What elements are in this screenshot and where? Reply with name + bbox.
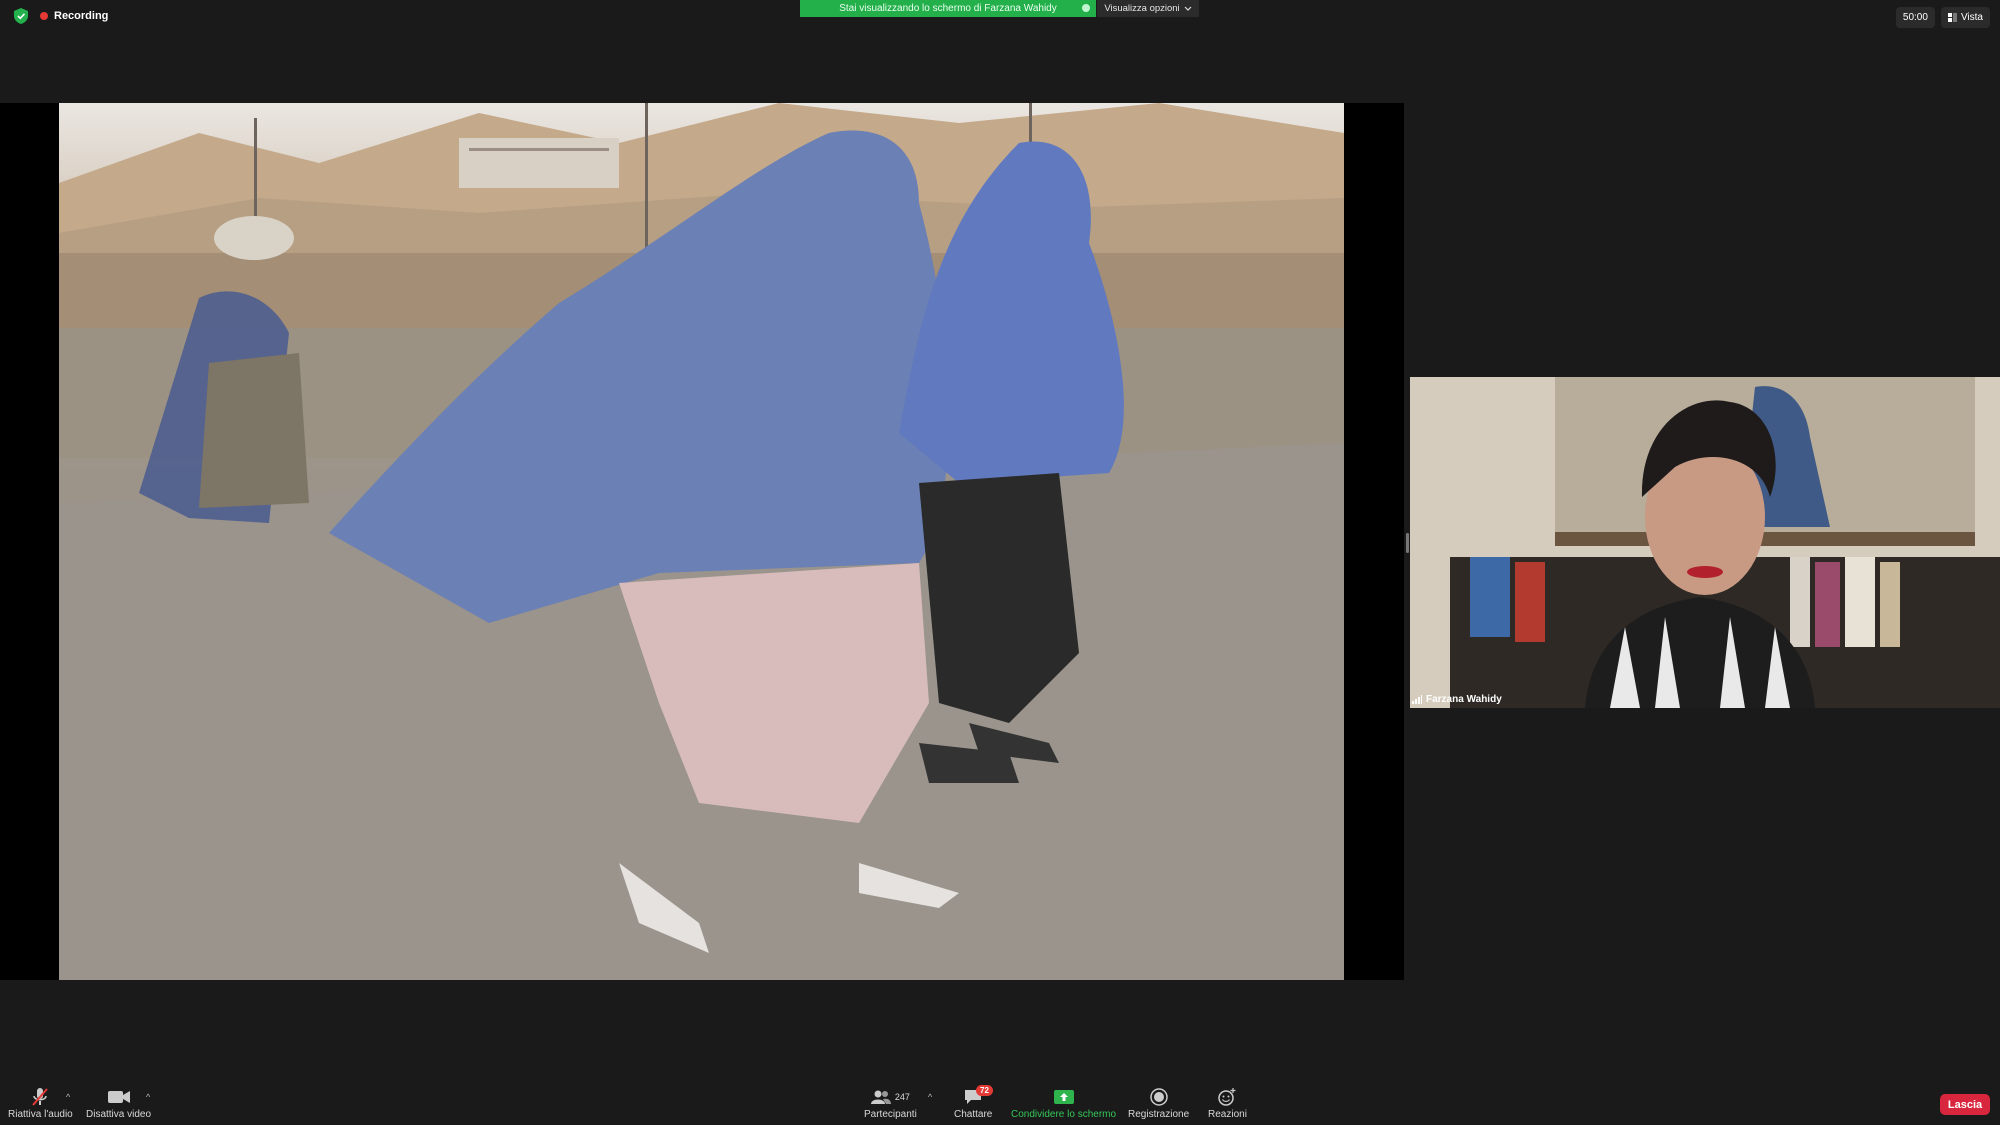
shared-photo [59,103,1344,980]
camera-icon [107,1087,130,1107]
reactions-icon [1218,1087,1236,1107]
unmute-button[interactable]: Riattiva l'audio [8,1087,73,1120]
recording-label: Recording [54,10,109,22]
meeting-toolbar: Riattiva l'audio ^ Disattiva video ^ 247… [0,1083,2000,1125]
record-icon [1149,1087,1168,1107]
participants-options-caret[interactable]: ^ [928,1092,932,1102]
signal-icon [1412,695,1422,704]
screen-share-banner: Stai visualizzando lo schermo di Farzana… [800,0,1096,17]
share-screen-icon [1053,1087,1074,1107]
shield-icon[interactable] [14,8,28,24]
chat-label: Chattare [954,1109,993,1120]
participants-button[interactable]: 247 Partecipanti [864,1087,917,1120]
mic-off-icon [31,1087,49,1107]
record-label: Registrazione [1128,1109,1190,1120]
participant-name-label: Farzana Wahidy [1412,694,1502,705]
participants-label: Partecipanti [864,1109,917,1120]
grid-icon [1947,13,1957,22]
participant-name: Farzana Wahidy [1426,694,1502,705]
reactions-button[interactable]: Reazioni [1208,1087,1247,1120]
banner-text: Stai visualizzando lo schermo di Farzana… [839,3,1057,14]
reactions-label: Reazioni [1208,1109,1247,1120]
view-options-button[interactable]: Visualizza opzioni [1097,0,1199,17]
top-right-controls: 50:00 Vista [1895,7,1990,28]
participant-video-tile[interactable] [1410,377,2000,708]
leave-label: Lascia [1947,1098,1983,1111]
record-dot-icon [40,12,48,20]
chat-badge: 72 [976,1085,993,1096]
top-left-status: Recording [14,8,108,24]
audio-options-caret[interactable]: ^ [66,1092,70,1102]
unmute-label: Riattiva l'audio [8,1109,73,1120]
timer-text: 50:00 [1902,12,1928,23]
participants-icon: 247 [870,1087,910,1107]
view-button[interactable]: Vista [1940,7,1990,28]
shared-screen[interactable] [0,103,1404,980]
video-options-caret[interactable]: ^ [146,1092,150,1102]
record-button[interactable]: Registrazione [1128,1087,1189,1120]
participant-video [1410,377,2000,708]
meeting-timer: 50:00 [1895,7,1935,28]
leave-button[interactable]: Lascia [1940,1094,1990,1115]
share-label: Condividere lo schermo [1011,1109,1117,1120]
view-label: Vista [1960,12,1983,23]
video-label: Disattiva video [86,1109,152,1120]
chevron-down-icon [1184,6,1192,11]
resize-handle[interactable] [1406,533,1409,553]
stop-video-button[interactable]: Disattiva video [86,1087,151,1120]
share-screen-button[interactable]: Condividere lo schermo [1011,1087,1116,1120]
recording-indicator[interactable]: Recording [40,10,108,22]
banner-status-icon [1082,4,1090,12]
participants-count: 247 [894,1092,910,1102]
view-options-label: Visualizza opzioni [1104,3,1180,14]
